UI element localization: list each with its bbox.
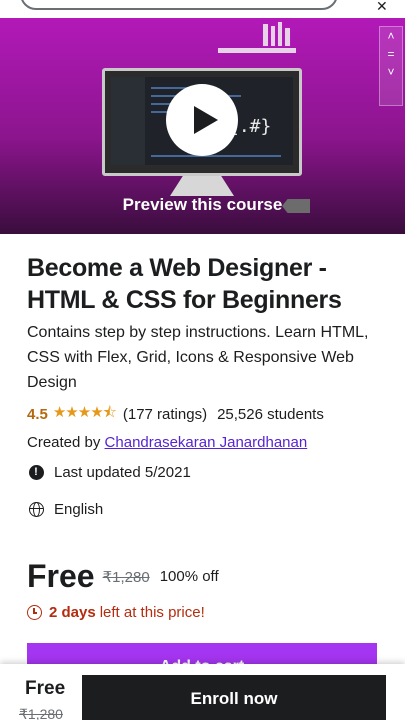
rating-value: 4.5 bbox=[27, 406, 48, 423]
discount-label: 100% off bbox=[159, 568, 219, 585]
current-price: Free bbox=[27, 558, 95, 594]
rating-row: 4.5 ★★★★⯪ (177 ratings) 25,526 students bbox=[27, 402, 324, 427]
monitor-stand bbox=[170, 176, 234, 196]
language-text: English bbox=[54, 500, 104, 518]
language-row: English bbox=[27, 500, 103, 518]
tag-icon bbox=[282, 199, 310, 213]
enroll-now-button[interactable]: Enroll now bbox=[82, 675, 386, 720]
equals-icon: = bbox=[387, 47, 395, 61]
top-bar: ✕ bbox=[0, 0, 405, 18]
play-button[interactable] bbox=[166, 84, 238, 156]
search-input[interactable] bbox=[20, 0, 338, 10]
course-description: Contains step by step instructions. Lear… bbox=[27, 324, 369, 391]
books-illustration-icon bbox=[262, 21, 292, 47]
bottom-price: Free bbox=[25, 678, 66, 699]
play-icon bbox=[194, 106, 218, 134]
author-link[interactable]: Chandrasekaran Janardhanan bbox=[105, 434, 308, 451]
sticky-purchase-bar: Free ₹1,280 Enroll now bbox=[0, 664, 405, 720]
chevron-down-icon[interactable]: ˅ bbox=[380, 63, 402, 81]
star-rating-icon: ★★★★⯪ bbox=[52, 404, 117, 421]
ratings-count[interactable]: (177 ratings) bbox=[123, 406, 207, 423]
alarm-clock-icon bbox=[27, 605, 42, 620]
globe-icon bbox=[28, 501, 44, 517]
chevron-up-icon[interactable]: ˄ bbox=[380, 27, 402, 45]
scroll-control[interactable]: ˄ = ˅ bbox=[379, 26, 403, 106]
alert-icon: ! bbox=[28, 464, 44, 480]
course-preview-hero[interactable]: {.#} Preview this course ˄ = ˅ bbox=[0, 18, 405, 234]
created-by-label: Created by bbox=[27, 434, 101, 451]
close-icon[interactable]: ✕ bbox=[376, 0, 388, 15]
price-timer: 2 days left at this price! bbox=[27, 604, 205, 621]
last-updated-row: ! Last updated 5/2021 bbox=[27, 463, 191, 481]
last-updated-text: Last updated 5/2021 bbox=[54, 463, 191, 481]
timer-days: 2 days bbox=[49, 604, 96, 621]
shelf-illustration bbox=[218, 48, 296, 53]
preview-course-label[interactable]: Preview this course bbox=[0, 195, 405, 215]
original-price: ₹1,280 bbox=[102, 568, 150, 586]
timer-text: left at this price! bbox=[99, 604, 205, 621]
bottom-original-price: ₹1,280 bbox=[19, 706, 63, 720]
created-by: Created by Chandrasekaran Janardhanan bbox=[27, 434, 307, 451]
students-count: 25,526 students bbox=[217, 406, 324, 423]
course-title: Become a Web Designer - HTML & CSS for B… bbox=[27, 254, 342, 314]
price-row: Free ₹1,280 100% off bbox=[27, 558, 219, 595]
